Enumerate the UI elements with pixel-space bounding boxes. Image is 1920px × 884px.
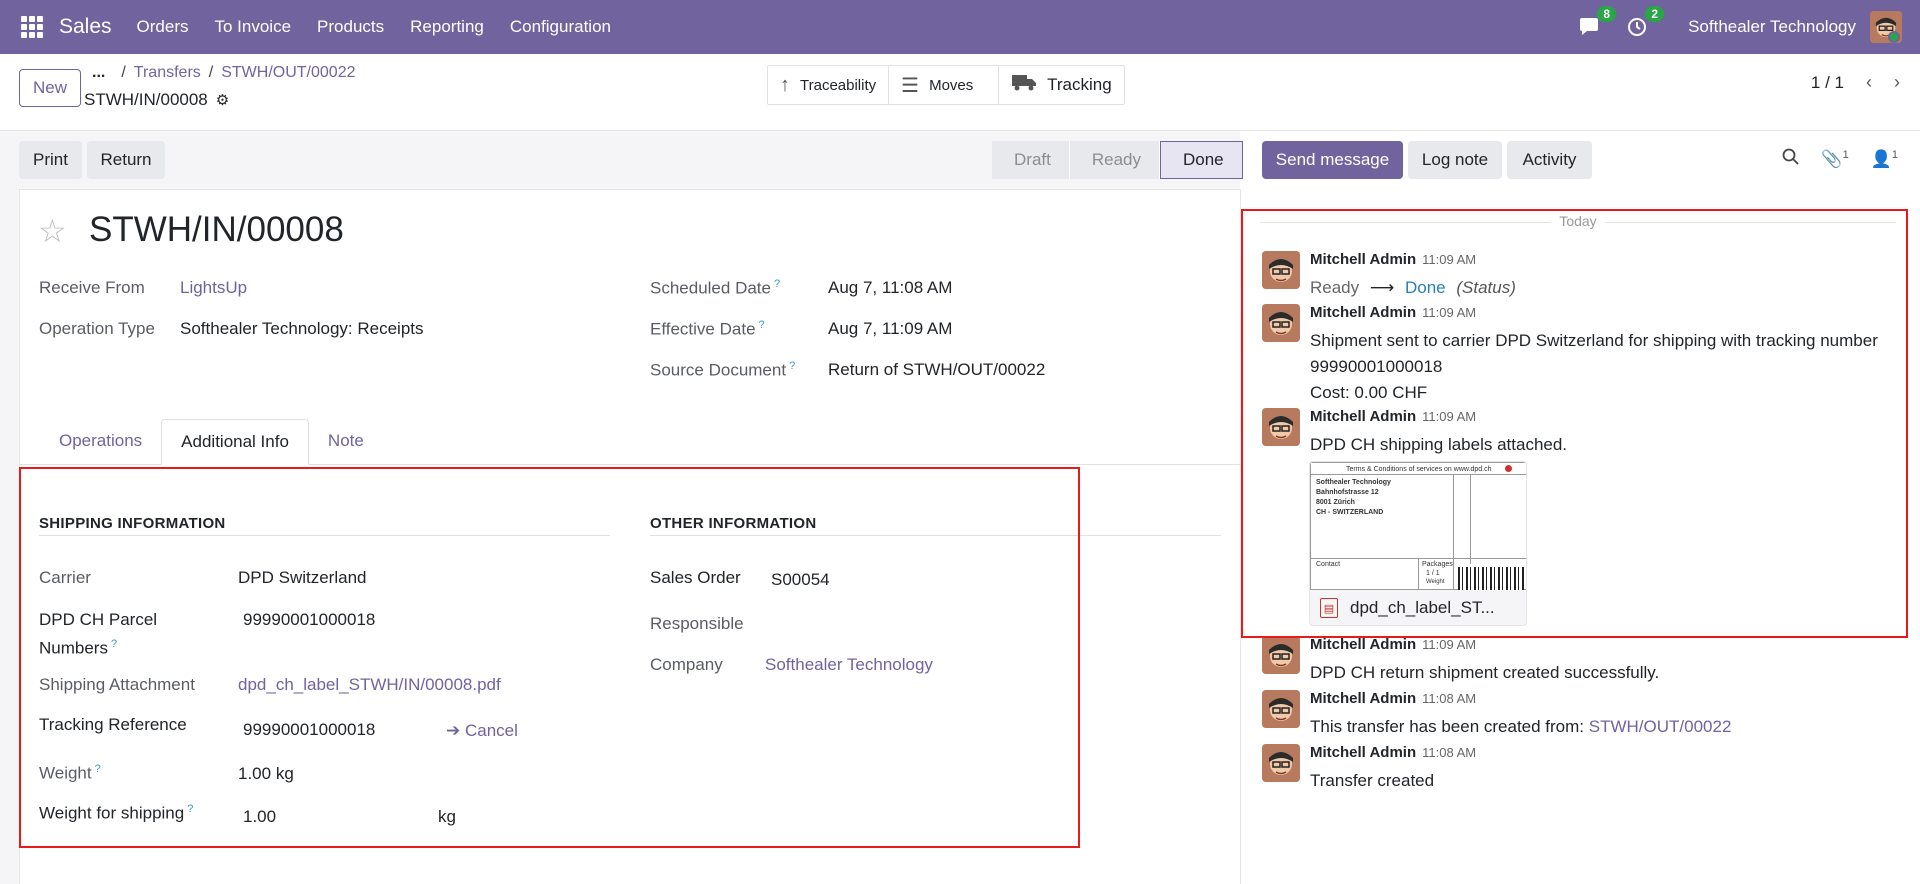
messages-icon[interactable]: 8 <box>1576 6 1617 40</box>
message-body: This transfer has been created from: STW… <box>1310 717 1732 736</box>
author-avatar[interactable] <box>1262 690 1300 728</box>
highlight-box-chatter <box>1241 209 1908 638</box>
tracking-button[interactable]: Tracking <box>999 66 1124 104</box>
help-icon[interactable]: ? <box>774 278 780 290</box>
tab-note[interactable]: Note <box>309 419 383 465</box>
effective-date-label: Effective Date? <box>650 319 765 339</box>
tab-operations[interactable]: Operations <box>40 419 161 465</box>
status-draft[interactable]: Draft <box>992 141 1070 179</box>
company-switcher[interactable]: Softhealer Technology <box>1688 17 1856 37</box>
author-avatar[interactable] <box>1262 744 1300 782</box>
activity-button[interactable]: Activity <box>1507 141 1592 179</box>
pager-value[interactable]: 1 / 1 <box>1811 73 1844 93</box>
followers-icon[interactable]: 👤1 <box>1871 149 1898 170</box>
gear-icon[interactable]: ⚙ <box>216 91 229 109</box>
activities-badge: 2 <box>1645 6 1665 22</box>
menu-configuration[interactable]: Configuration <box>497 17 624 37</box>
chatter-tools: 📎1 👤1 <box>1760 148 1898 170</box>
operation-type-label: Operation Type <box>39 319 155 338</box>
message-body: DPD CH return shipment created successfu… <box>1310 663 1660 682</box>
star-icon[interactable]: ☆ <box>38 212 67 250</box>
message-body: Transfer created <box>1310 771 1435 790</box>
record-title: STWH/IN/00008 <box>89 210 344 249</box>
activities-clock-icon[interactable]: 2 <box>1624 6 1665 40</box>
breadcrumb-out-record[interactable]: STWH/OUT/00022 <box>221 64 355 82</box>
messages-badge: 8 <box>1597 6 1617 22</box>
record-name-text: STWH/IN/00008 <box>84 90 208 109</box>
help-icon[interactable]: ? <box>759 319 765 331</box>
help-icon[interactable]: ? <box>789 360 795 372</box>
operation-type-value[interactable]: Softhealer Technology: Receipts <box>180 319 424 339</box>
scheduled-date-label: Scheduled Date? <box>650 278 781 298</box>
return-button[interactable]: Return <box>87 141 165 179</box>
pager: 1 / 1 ‹ › <box>1811 72 1900 93</box>
message-author: Mitchell Admin 11:09 AM <box>1310 636 1477 653</box>
source-document-value[interactable]: Return of STWH/OUT/00022 <box>828 360 1045 380</box>
breadcrumb-more[interactable]: ... <box>92 64 105 82</box>
smart-buttons: ↑ Traceability ☰ Moves Tracking <box>767 65 1125 105</box>
paperclip-icon[interactable]: 📎1 <box>1821 149 1848 170</box>
chevron-right-icon[interactable]: › <box>1894 72 1900 93</box>
top-navbar: Sales Orders To Invoice Products Reporti… <box>0 0 1920 54</box>
menu-orders[interactable]: Orders <box>124 17 202 37</box>
arrow-up-icon: ↑ <box>780 73 790 96</box>
status-done[interactable]: Done <box>1159 141 1243 179</box>
scheduled-date-value[interactable]: Aug 7, 11:08 AM <box>828 278 952 298</box>
app-name[interactable]: Sales <box>59 15 112 39</box>
status-ready[interactable]: Ready <box>1069 141 1160 179</box>
online-status-dot <box>1888 31 1900 43</box>
source-document-label: Source Document? <box>650 360 796 380</box>
current-record-name: STWH/IN/00008 ⚙ <box>84 90 229 110</box>
list-icon: ☰ <box>901 74 920 97</box>
menu-reporting[interactable]: Reporting <box>397 17 497 37</box>
status-bar: Draft Ready Done <box>992 141 1243 179</box>
app-grid-icon[interactable] <box>21 16 43 38</box>
send-message-button[interactable]: Send message <box>1262 141 1403 179</box>
breadcrumb-transfers[interactable]: Transfers <box>134 64 201 82</box>
log-note-button[interactable]: Log note <box>1408 141 1502 179</box>
new-button[interactable]: New <box>19 69 81 107</box>
print-button[interactable]: Print <box>19 141 82 179</box>
menu-to-invoice[interactable]: To Invoice <box>202 17 305 37</box>
message-author: Mitchell Admin 11:08 AM <box>1310 690 1477 707</box>
notebook-tabs: Operations Additional Info Note <box>40 419 383 465</box>
author-avatar[interactable] <box>1262 636 1300 674</box>
breadcrumb: ... / Transfers / STWH/OUT/00022 <box>92 64 356 82</box>
main-menu: Orders To Invoice Products Reporting Con… <box>124 17 624 37</box>
moves-button[interactable]: ☰ Moves <box>889 66 1000 104</box>
menu-products[interactable]: Products <box>304 17 397 37</box>
search-icon[interactable] <box>1782 148 1800 170</box>
traceability-button[interactable]: ↑ Traceability <box>768 66 890 104</box>
chevron-left-icon[interactable]: ‹ <box>1866 72 1872 93</box>
receive-from-value[interactable]: LightsUp <box>180 278 247 298</box>
truck-icon <box>1011 72 1037 98</box>
effective-date-value[interactable]: Aug 7, 11:09 AM <box>828 319 952 339</box>
highlight-box-shipping <box>19 467 1080 848</box>
source-transfer-link[interactable]: STWH/OUT/00022 <box>1589 717 1732 736</box>
message-author: Mitchell Admin 11:08 AM <box>1310 744 1477 761</box>
receive-from-label: Receive From <box>39 278 145 297</box>
tab-additional-info[interactable]: Additional Info <box>161 419 309 465</box>
